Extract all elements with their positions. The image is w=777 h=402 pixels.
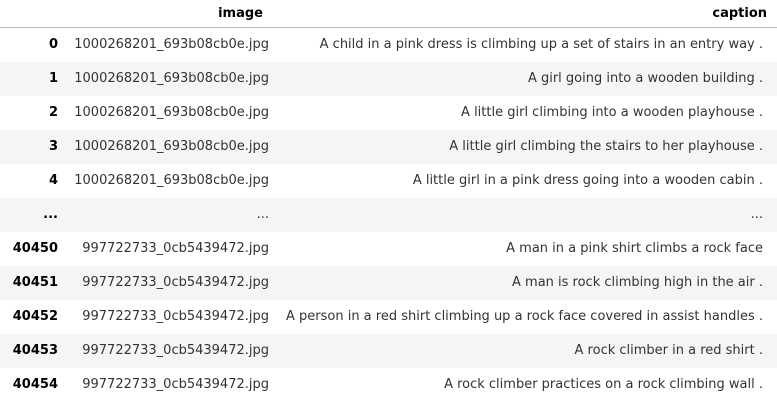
caption-cell: A person in a red shirt climbing up a ro… (285, 309, 763, 324)
table-row: 40450 997722733_0cb5439472.jpg A man in … (0, 232, 777, 266)
ellipsis-row: ... ... ... (0, 197, 777, 232)
column-header-image: image (68, 0, 273, 28)
table-row: 2 1000268201_693b08cb0e.jpg A little gir… (0, 96, 777, 130)
header-row: image caption (0, 0, 777, 28)
caption-cell: ... (750, 207, 763, 222)
table-row: 40454 997722733_0cb5439472.jpg A rock cl… (0, 368, 777, 402)
row-index: 40454 (12, 377, 58, 392)
caption-cell: A child in a pink dress is climbing up a… (319, 37, 763, 53)
table-row: 40453 997722733_0cb5439472.jpg A rock cl… (0, 333, 777, 368)
image-cell: 1000268201_693b08cb0e.jpg (74, 71, 269, 86)
row-index: 40450 (12, 241, 58, 256)
column-header-caption: caption (273, 0, 777, 28)
image-cell: 1000268201_693b08cb0e.jpg (74, 139, 269, 154)
caption-cell: A rock climber in a red shirt . (574, 343, 763, 358)
row-index: 0 (48, 37, 58, 53)
image-cell: 1000268201_693b08cb0e.jpg (74, 37, 269, 53)
caption-cell: A man in a pink shirt climbs a rock face (506, 241, 763, 256)
caption-cell: A girl going into a wooden building . (527, 71, 763, 86)
row-index: 3 (48, 139, 58, 154)
image-cell: 1000268201_693b08cb0e.jpg (74, 173, 269, 188)
image-cell: 997722733_0cb5439472.jpg (82, 241, 269, 256)
table-row: 4 1000268201_693b08cb0e.jpg A little gir… (0, 164, 777, 198)
row-index: 40452 (12, 309, 58, 324)
image-cell: 997722733_0cb5439472.jpg (82, 275, 269, 290)
image-cell: 997722733_0cb5439472.jpg (82, 343, 269, 358)
caption-cell: A little girl climbing the stairs to her… (449, 139, 763, 154)
row-index: 40451 (12, 275, 58, 290)
table-row: 3 1000268201_693b08cb0e.jpg A little gir… (0, 129, 777, 164)
table-body: 0 1000268201_693b08cb0e.jpg A child in a… (0, 28, 777, 402)
row-index: 1 (48, 71, 58, 86)
caption-cell: A little girl in a pink dress going into… (412, 173, 763, 188)
image-cell: 997722733_0cb5439472.jpg (82, 377, 269, 392)
index-header (0, 0, 68, 28)
row-index: 2 (48, 105, 58, 120)
row-index: ... (43, 207, 58, 222)
table-row: 40452 997722733_0cb5439472.jpg A person … (0, 300, 777, 334)
table-row: 1 1000268201_693b08cb0e.jpg A girl going… (0, 61, 777, 96)
table-header: image caption (0, 0, 777, 28)
table-row: 0 1000268201_693b08cb0e.jpg A child in a… (0, 28, 777, 62)
image-cell: 1000268201_693b08cb0e.jpg (74, 105, 269, 120)
dataframe-table: image caption 0 1000268201_693b08cb0e.jp… (0, 0, 777, 402)
caption-cell: A man is rock climbing high in the air . (512, 275, 763, 290)
table-row: 40451 997722733_0cb5439472.jpg A man is … (0, 265, 777, 300)
row-index: 4 (48, 173, 58, 188)
caption-cell: A rock climber practices on a rock climb… (444, 377, 763, 392)
row-index: 40453 (12, 343, 58, 358)
image-cell: ... (256, 207, 269, 222)
image-cell: 997722733_0cb5439472.jpg (82, 309, 269, 324)
caption-cell: A little girl climbing into a wooden pla… (461, 105, 763, 120)
